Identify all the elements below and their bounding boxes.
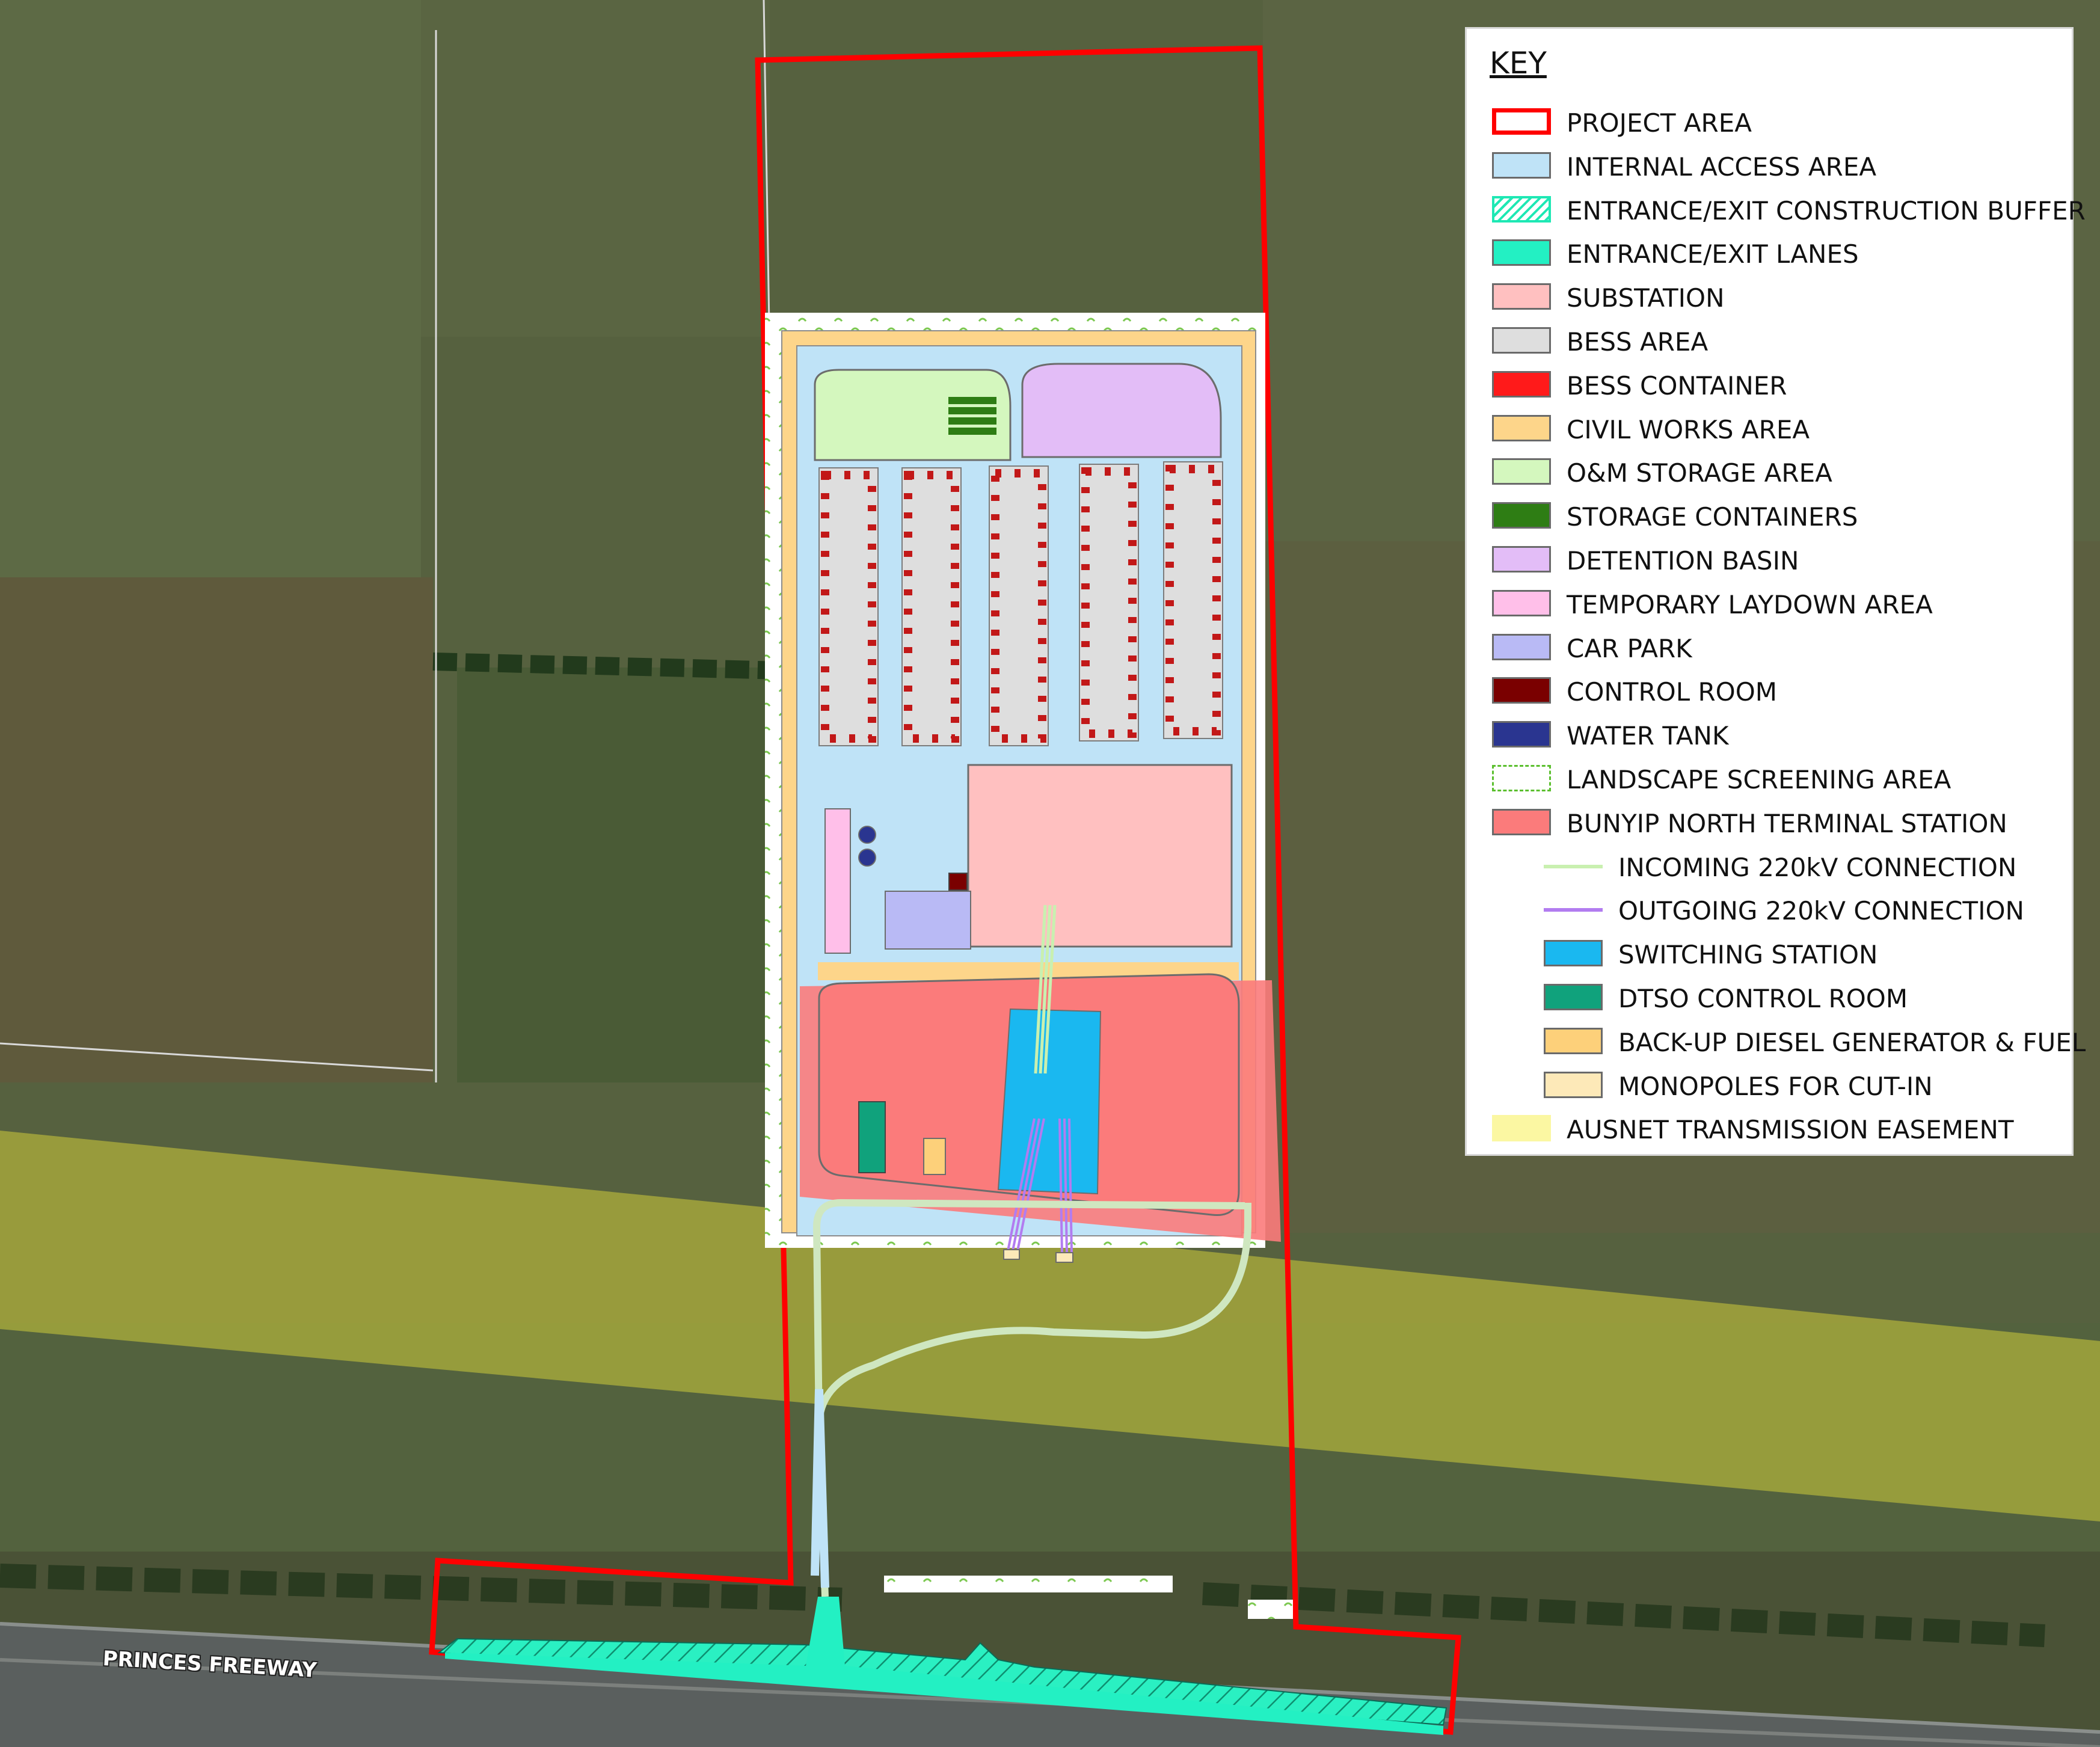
- bess-container-swatch: [1492, 370, 1551, 398]
- legend-label: OUTGOING 220kV CONNECTION: [1618, 896, 2024, 926]
- switching-station-swatch: [1544, 940, 1603, 967]
- legend-label: CIVIL WORKS AREA: [1567, 414, 1810, 444]
- easement-swatch: [1492, 1115, 1551, 1142]
- legend-label: LANDSCAPE SCREENING AREA: [1567, 765, 1951, 794]
- detention-basin: [1021, 363, 1222, 458]
- legend-label: AUSNET TRANSMISSION EASEMENT: [1567, 1115, 2014, 1145]
- legend-label: BUNYIP NORTH TERMINAL STATION: [1567, 808, 2007, 838]
- legend-label: SUBSTATION: [1567, 283, 1725, 313]
- outgoing-220kv-swatch: [1544, 908, 1603, 912]
- legend-label: ENTRANCE/EXIT LANES: [1567, 239, 1859, 269]
- internal-access-swatch: [1492, 152, 1551, 179]
- terminal-station-swatch: [1492, 808, 1551, 835]
- incoming-220kv-swatch: [1544, 864, 1603, 868]
- om-storage-swatch: [1492, 458, 1551, 485]
- legend-label: DETENTION BASIN: [1567, 546, 1799, 576]
- laydown-area-swatch: [1492, 589, 1551, 616]
- screening-strip-south-1: [884, 1576, 1173, 1592]
- construction-buffer-swatch: [1492, 195, 1551, 223]
- om-storage-area: [814, 369, 1012, 461]
- diesel-generator: [923, 1138, 946, 1175]
- substation: [967, 764, 1233, 948]
- bess-area-5: [1163, 461, 1223, 739]
- water-tank-swatch: [1492, 721, 1551, 748]
- legend-label: BESS CONTAINER: [1567, 370, 1787, 401]
- bess-area-3: [989, 465, 1049, 746]
- detention-basin-swatch: [1492, 546, 1551, 573]
- bess-area-swatch: [1492, 327, 1551, 354]
- legend-label: DTSO CONTROL ROOM: [1618, 984, 1908, 1013]
- control-room: [948, 873, 968, 891]
- legend-label: O&M STORAGE AREA: [1567, 458, 1832, 488]
- storage-containers-swatch: [1492, 502, 1551, 529]
- legend-label: MONOPOLES FOR CUT-IN: [1618, 1071, 1933, 1101]
- legend-label: BACK-UP DIESEL GENERATOR & FUEL: [1618, 1027, 2086, 1057]
- project-area-swatch: [1492, 108, 1551, 135]
- legend-label: INTERNAL ACCESS AREA: [1567, 152, 1877, 182]
- legend-label: STORAGE CONTAINERS: [1567, 502, 1858, 532]
- legend-label: CONTROL ROOM: [1567, 677, 1777, 707]
- dtso-control-room-swatch: [1544, 984, 1603, 1010]
- bess-area-2: [901, 467, 962, 746]
- water-tank-2: [858, 849, 876, 867]
- monopoles-swatch: [1544, 1071, 1603, 1098]
- screening-strip-south-2: [1248, 1600, 1293, 1619]
- legend-label: PROJECT AREA: [1567, 108, 1752, 138]
- map-legend: KEY PROJECT AREA INTERNAL ACCESS AREA ENTR…: [1465, 27, 2086, 1156]
- control-room-swatch: [1492, 677, 1551, 704]
- internal-access-road-fork: [811, 1389, 829, 1588]
- monopole-1: [1003, 1249, 1020, 1260]
- substation-swatch: [1492, 283, 1551, 310]
- civil-works-swatch: [1492, 414, 1551, 441]
- site-plan-map: PRINCES FREEWAY KEY PROJECT AREA INTERNAL…: [0, 0, 2100, 1747]
- legend-label: SWITCHING STATION: [1618, 940, 1878, 970]
- bess-area-4: [1079, 464, 1139, 741]
- legend-label: ENTRANCE/EXIT CONSTRUCTION BUFFER: [1567, 195, 2086, 226]
- diesel-generator-swatch: [1544, 1027, 1603, 1054]
- bess-area-1: [818, 467, 879, 746]
- legend-label: INCOMING 220kV CONNECTION: [1618, 852, 2017, 882]
- temporary-laydown-area: [824, 808, 851, 954]
- entrance-lanes-swatch: [1492, 239, 1551, 266]
- legend-title: KEY: [1490, 46, 1547, 81]
- landscape-screening-swatch: [1492, 765, 1551, 791]
- car-park-swatch: [1492, 633, 1551, 660]
- monopole-2: [1055, 1252, 1073, 1263]
- switching-station: [997, 1008, 1102, 1195]
- legend-label: BESS AREA: [1567, 327, 1709, 357]
- legend-label: CAR PARK: [1567, 633, 1692, 663]
- water-tank-1: [858, 826, 876, 844]
- car-park: [885, 891, 971, 950]
- legend-label: TEMPORARY LAYDOWN AREA: [1567, 589, 1933, 619]
- dtso-control-room: [858, 1101, 886, 1173]
- legend-label: WATER TANK: [1567, 721, 1729, 751]
